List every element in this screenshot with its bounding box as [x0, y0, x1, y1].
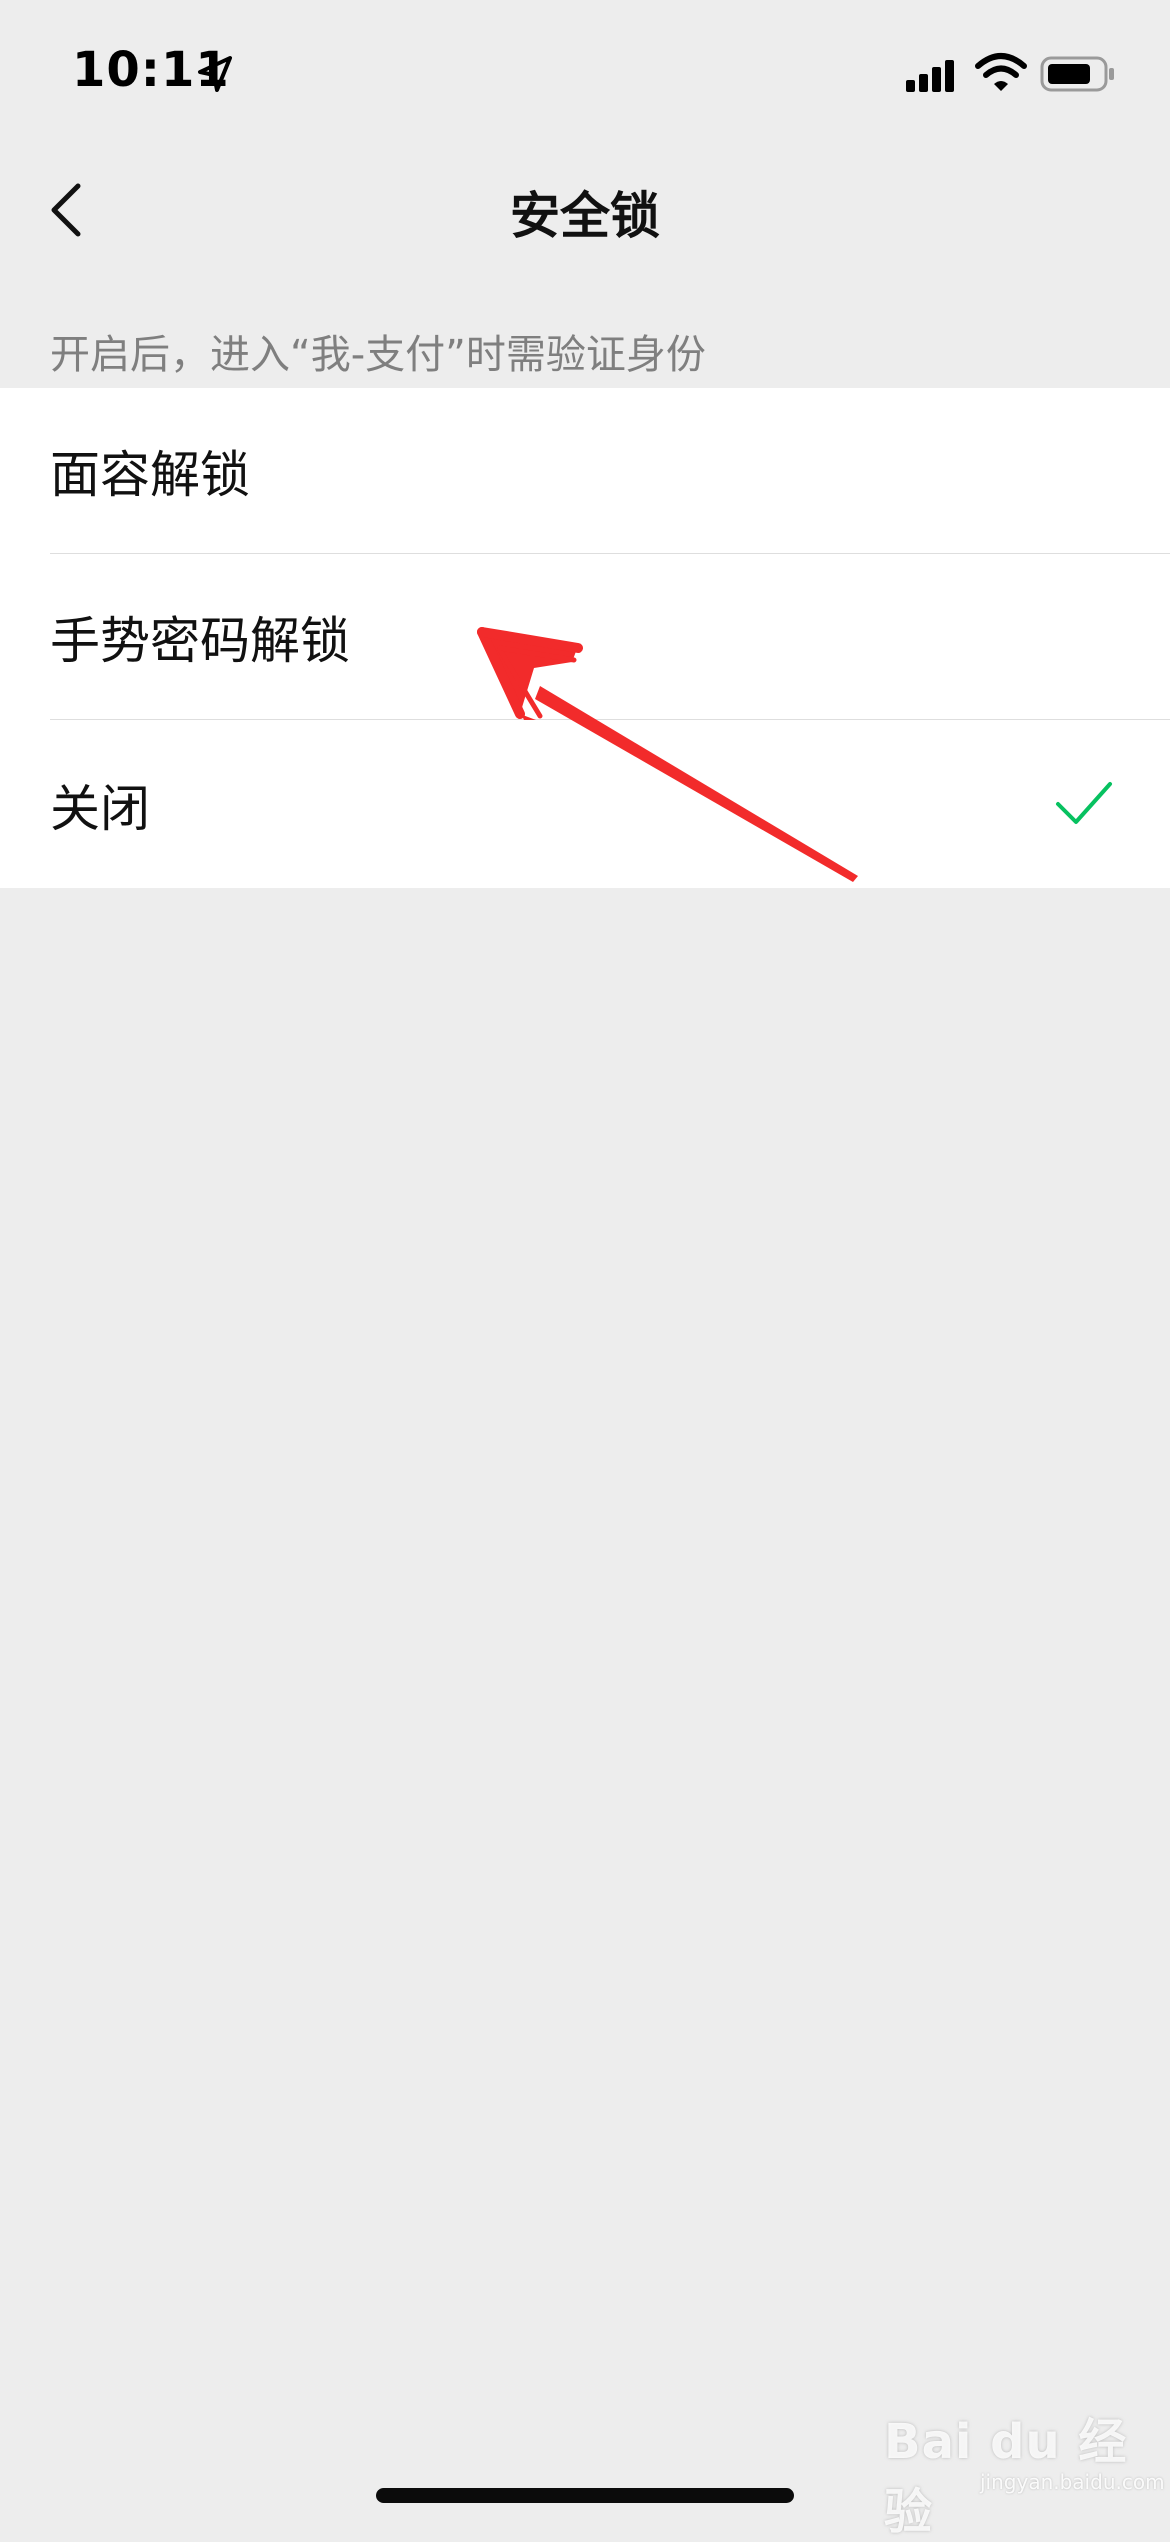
hint-text: 开启后，进入“我-支付”时需验证身份: [50, 332, 706, 378]
option-label: 关闭: [50, 780, 150, 838]
checkmark-icon: [1056, 782, 1112, 824]
option-off[interactable]: 关闭: [0, 722, 1170, 888]
option-label: 手势密码解锁: [50, 612, 350, 670]
wifi-icon: [975, 53, 1027, 91]
battery-icon: [1040, 56, 1114, 92]
option-face-unlock[interactable]: 面容解锁: [0, 388, 1170, 554]
home-indicator[interactable]: [376, 2488, 794, 2503]
option-gesture-unlock[interactable]: 手势密码解锁: [0, 554, 1170, 720]
location-arrow-icon: [198, 56, 232, 92]
status-bar: 10:11: [0, 0, 1170, 140]
page-title: 安全锁: [510, 187, 660, 245]
option-label: 面容解锁: [50, 446, 250, 504]
nav-bar: 安全锁: [0, 140, 1170, 280]
lock-options-list: 面容解锁 手势密码解锁 关闭: [0, 388, 1170, 888]
watermark-url: jingyan.baidu.com: [980, 2470, 1165, 2494]
divider: [50, 719, 1170, 720]
cellular-signal-icon: [906, 60, 954, 92]
